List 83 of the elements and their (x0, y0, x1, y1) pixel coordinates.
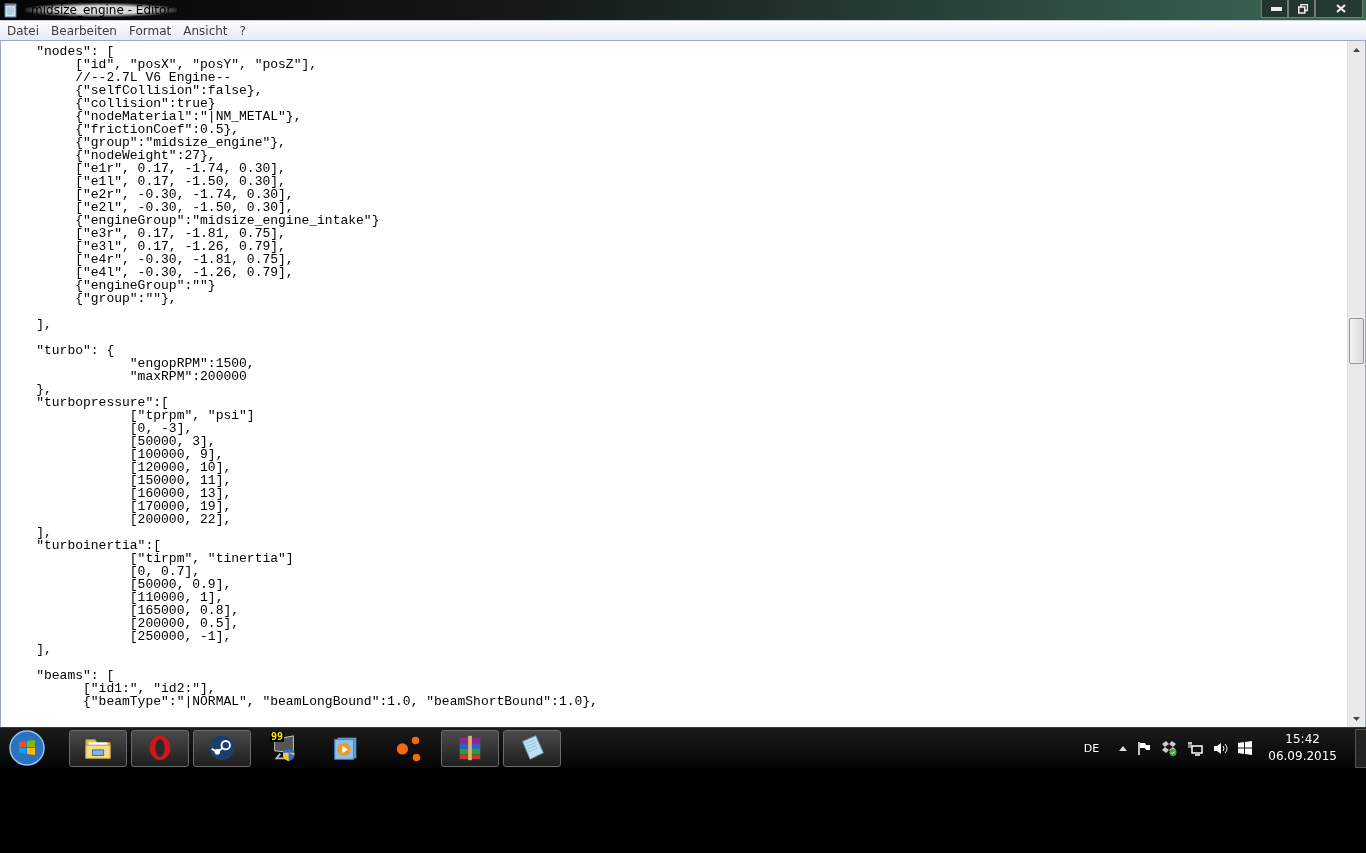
minimize-icon (1270, 6, 1282, 11)
code-line: {"group":""}, (74, 292, 177, 305)
restore-icon (1298, 3, 1308, 14)
close-button[interactable] (1315, 0, 1363, 18)
code-line: [0, 0.7], (128, 565, 201, 578)
language-indicator[interactable]: DE (1083, 741, 1100, 755)
windows-orb-icon (8, 729, 46, 767)
minimize-button[interactable] (1261, 0, 1288, 18)
code-line: [165000, 0.8], (128, 604, 240, 617)
flag-icon[interactable] (1137, 741, 1152, 755)
show-hidden-icons-icon[interactable] (1119, 745, 1128, 751)
code-line: ["e3r", 0.17, -1.81, 0.75], (74, 227, 286, 240)
code-line: {"nodeWeight":27}, (74, 149, 216, 162)
code-line: {"nodeMaterial":"|NM_METAL"}, (74, 110, 302, 123)
code-line: {"collision":true} (74, 97, 216, 110)
code-line: ["tprpm", "psi"] (129, 409, 255, 422)
taskbar-button[interactable]: 99 (255, 729, 313, 767)
code-line: [160000, 13], (128, 487, 232, 500)
steam-icon (207, 733, 237, 763)
code-line: [100000, 9], (128, 448, 224, 461)
notification-badge: 99 (270, 731, 285, 742)
code-line: ["e1l", 0.17, -1.50, 0.30], (74, 175, 286, 188)
windows-logo-icon[interactable] (1238, 741, 1253, 755)
taskbar-button[interactable] (441, 729, 499, 767)
scroll-down-icon (1353, 716, 1360, 721)
code-line: {"frictionCoef":0.5}, (74, 123, 240, 136)
code-line: [200000, 22], (128, 513, 232, 526)
menu-item[interactable]: Datei (1, 21, 45, 40)
code-line: [250000, -1], (128, 630, 232, 643)
scroll-up-icon (1353, 47, 1360, 52)
start-button[interactable] (8, 729, 46, 767)
clock-time: 15:42 (1285, 731, 1320, 748)
code-line: [150000, 11], (128, 474, 232, 487)
app-icon (3, 2, 19, 18)
taskbar-button[interactable] (503, 729, 561, 767)
code-line: ["id1:", "id2:"], (82, 682, 216, 695)
close-icon (1335, 4, 1346, 13)
menu-item[interactable]: Ansicht (177, 21, 234, 40)
code-line: ["e2r", -0.30, -1.74, 0.30], (74, 188, 294, 201)
code-line: }, (35, 383, 52, 396)
code-line: "turbo": { (35, 344, 115, 357)
code-line: ["e4r", -0.30, -1.81, 0.75], (74, 253, 294, 266)
code-line: {"engineGroup":""} (74, 279, 216, 292)
restore-button[interactable] (1288, 0, 1315, 18)
clock[interactable]: 15:42 06.09.2015 (1268, 731, 1337, 765)
dropbox-icon[interactable] (1161, 740, 1178, 756)
code-line: "maxRPM":200000 (128, 370, 247, 383)
code-line: [110000, 1], (128, 591, 224, 604)
network-icon[interactable] (1187, 740, 1204, 756)
taskbar-button[interactable] (69, 729, 127, 767)
code-line: [200000, 0.5], (128, 617, 240, 630)
menu-item[interactable]: ? (233, 21, 252, 40)
vertical-scrollbar[interactable] (1347, 41, 1365, 727)
code-line: "engopRPM":1500, (128, 357, 255, 370)
scrollbar-thumb[interactable] (1349, 318, 1364, 364)
menu-item[interactable]: Bearbeiten (45, 21, 123, 40)
code-line: ], (35, 526, 52, 539)
code-line: "nodes": [ (35, 45, 115, 58)
code-line: //--2.7L V6 Engine-- (74, 71, 232, 84)
code-line: {"selfCollision":false}, (74, 84, 263, 97)
code-line: "turbopressure":[ (35, 396, 169, 409)
code-line: ["tirpm", "tinertia"] (129, 552, 294, 565)
taskbar-button[interactable] (193, 729, 251, 767)
code-line: [50000, 3], (128, 435, 216, 448)
volume-icon[interactable] (1213, 741, 1229, 755)
code-line: {"group":"midsize_engine"}, (74, 136, 286, 149)
code-line: {"beamType":"|NORMAL", "beamLongBound":1.0, "beamShortBound":1.0}, (82, 695, 598, 708)
menu-item[interactable]: Format (122, 21, 178, 40)
code-line: ], (35, 643, 52, 656)
clock-date: 06.09.2015 (1268, 748, 1337, 765)
code-line: ["e3l", 0.17, -1.26, 0.79], (74, 240, 286, 253)
code-line: {"engineGroup":"midsize_engine_intake"} (74, 214, 380, 227)
code-line: ["e1r", 0.17, -1.74, 0.30], (74, 162, 286, 175)
code-line: ["id", "posX", "posY", "posZ"], (74, 58, 318, 71)
code-line: [120000, 10], (128, 461, 232, 474)
code-line: ], (35, 318, 52, 331)
code-line: [0, -3], (128, 422, 193, 435)
code-line: [170000, 19], (128, 500, 232, 513)
code-line: "turboinertia":[ (35, 539, 162, 552)
code-line: "beams": [ (35, 669, 115, 682)
code-line: [50000, 0.9], (128, 578, 232, 591)
code-line: ["e4l", -0.30, -1.26, 0.79], (74, 266, 294, 279)
code-line: ["e2l", -0.30, -1.50, 0.30], (74, 201, 294, 214)
